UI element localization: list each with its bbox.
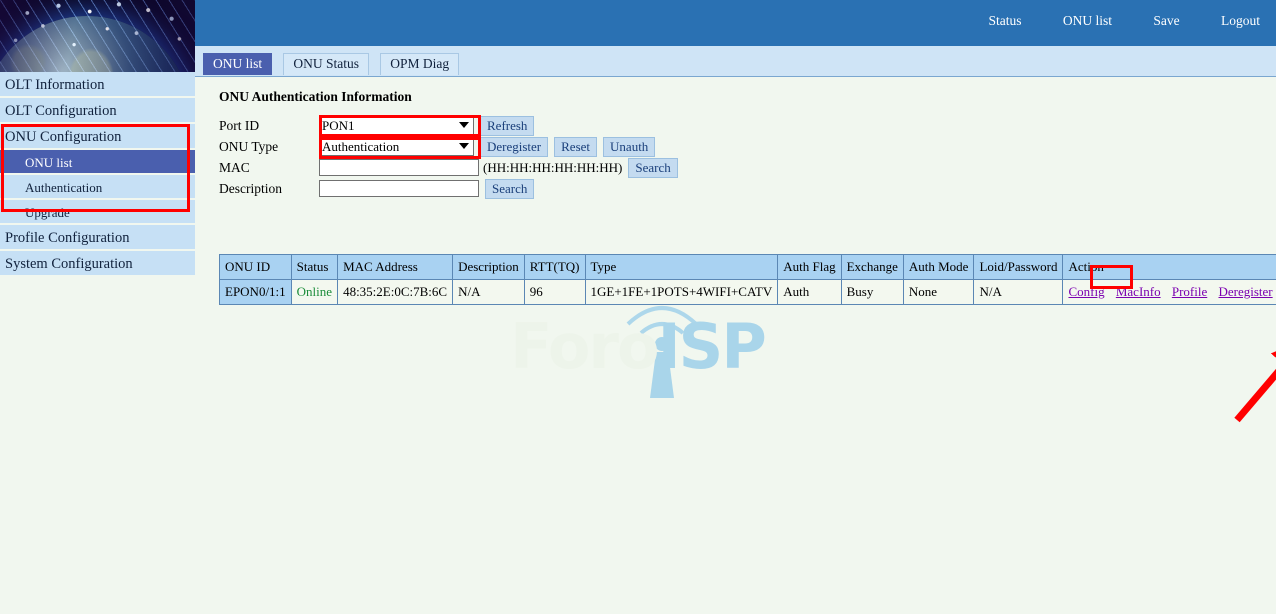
action-profile-link[interactable]: Profile <box>1172 284 1207 299</box>
action-deregister-link[interactable]: Deregister <box>1219 284 1273 299</box>
cell-status: Online <box>291 280 337 305</box>
th-exchange: Exchange <box>841 255 903 280</box>
sidebar-item-label: Profile Configuration <box>5 230 129 246</box>
sidebar-item-label: System Configuration <box>5 256 133 272</box>
port-id-select[interactable]: PON1PON2PON3PON4 <box>319 117 474 135</box>
cell-mac-address: 48:35:2E:0C:7B:6C <box>338 280 453 305</box>
form-row-onu-type: ONU Type AuthenticationUnauthentication … <box>219 136 678 157</box>
th-status: Status <box>291 255 337 280</box>
table-header-row: ONU ID Status MAC Address Description RT… <box>220 255 1276 280</box>
refresh-button[interactable]: Refresh <box>480 116 534 136</box>
tab-onu-list[interactable]: ONU list <box>203 53 272 75</box>
topnav-save-link[interactable]: Save <box>1153 13 1179 28</box>
th-auth-mode: Auth Mode <box>903 255 974 280</box>
page-title: ONU Authentication Information <box>219 89 412 105</box>
cell-auth-mode: None <box>903 280 974 305</box>
tab-opm-diag[interactable]: OPM Diag <box>380 53 459 75</box>
cell-description: N/A <box>453 280 525 305</box>
cell-auth-flag: Auth <box>778 280 841 305</box>
onu-type-select[interactable]: AuthenticationUnauthentication <box>319 138 474 156</box>
th-mac-address: MAC Address <box>338 255 453 280</box>
sidebar-item-onu-configuration[interactable]: ONU Configuration <box>0 124 195 150</box>
sidebar-item-system-configuration[interactable]: System Configuration <box>0 251 195 277</box>
th-auth-flag: Auth Flag <box>778 255 841 280</box>
description-input[interactable] <box>319 180 479 197</box>
topnav-onu-list-link[interactable]: ONU list <box>1063 13 1112 28</box>
cell-exchange: Busy <box>841 280 903 305</box>
content-panel: ForoISP ONU Authentication Information P… <box>195 77 1276 614</box>
form-row-mac: MAC (HH:HH:HH:HH:HH:HH) Search <box>219 157 678 178</box>
annotation-arrow <box>1225 330 1276 430</box>
top-bar: Status ONU list Save Logout <box>195 0 1276 46</box>
sidebar-group-onu-configuration: ONU Configuration ONU list Authenticatio… <box>0 124 195 225</box>
onu-table: ONU ID Status MAC Address Description RT… <box>219 254 1276 305</box>
status-badge: Online <box>297 284 332 299</box>
tab-onu-status[interactable]: ONU Status <box>283 53 369 75</box>
sidebar-item-label: OLT Configuration <box>5 103 117 119</box>
form-row-description: Description Search <box>219 178 678 199</box>
port-id-select-wrapper: PON1PON2PON3PON4 <box>319 117 474 135</box>
sidebar-item-profile-configuration[interactable]: Profile Configuration <box>0 225 195 251</box>
action-config-link[interactable]: Config <box>1068 284 1104 299</box>
th-type: Type <box>585 255 778 280</box>
sidebar-item-onu-list[interactable]: ONU list <box>0 150 195 175</box>
watermark-text: ForoISP <box>510 316 765 378</box>
form-row-port-id: Port ID PON1PON2PON3PON4 Refresh <box>219 115 678 136</box>
th-loid-password: Loid/Password <box>974 255 1063 280</box>
th-onu-id: ONU ID <box>220 255 292 280</box>
onu-type-select-wrapper: AuthenticationUnauthentication <box>319 138 474 156</box>
banner-edge-glow <box>0 0 195 72</box>
mac-label: MAC <box>219 160 319 176</box>
foroisp-watermark: ForoISP <box>510 294 810 404</box>
tab-bar: ONU list ONU Status OPM Diag <box>195 46 1276 77</box>
watermark-foro: Foro <box>510 310 658 383</box>
sidebar-item-label: ONU Configuration <box>5 129 121 145</box>
description-label: Description <box>219 181 319 197</box>
main-area: Status ONU list Save Logout ONU list ONU… <box>195 0 1276 613</box>
th-action: Action <box>1063 255 1276 280</box>
unauth-button[interactable]: Unauth <box>603 137 655 157</box>
sidebar-item-olt-information[interactable]: OLT Information <box>0 72 195 98</box>
description-search-button[interactable]: Search <box>485 179 534 199</box>
mac-input[interactable] <box>319 159 479 176</box>
sidebar-item-label: ONU list <box>25 155 72 170</box>
cell-rtt: 96 <box>524 280 585 305</box>
sidebar-item-authentication[interactable]: Authentication <box>0 175 195 200</box>
cell-type: 1GE+1FE+1POTS+4WIFI+CATV <box>585 280 778 305</box>
mac-search-button[interactable]: Search <box>628 158 677 178</box>
table-row: EPON0/1:1 Online 48:35:2E:0C:7B:6C N/A 9… <box>220 280 1276 305</box>
sidebar-item-label: Authentication <box>25 180 102 195</box>
cell-onu-id: EPON0/1:1 <box>220 280 292 305</box>
watermark-isp: ISP <box>658 310 765 383</box>
th-description: Description <box>453 255 525 280</box>
reset-button[interactable]: Reset <box>554 137 597 157</box>
search-form: Port ID PON1PON2PON3PON4 Refresh ONU Typ… <box>219 115 678 199</box>
onu-type-label: ONU Type <box>219 139 319 155</box>
th-rtt: RTT(TQ) <box>524 255 585 280</box>
sidebar-item-upgrade[interactable]: Upgrade <box>0 200 195 225</box>
port-id-label: Port ID <box>219 118 319 134</box>
cell-loid-password: N/A <box>974 280 1063 305</box>
top-navigation: Status ONU list Save Logout <box>950 13 1260 29</box>
topnav-logout-link[interactable]: Logout <box>1221 13 1260 28</box>
action-macinfo-link[interactable]: MacInfo <box>1116 284 1161 299</box>
cell-action: Config MacInfo Profile Deregister Reset … <box>1063 280 1276 305</box>
left-column: OLT Information OLT Configuration ONU Co… <box>0 0 195 613</box>
sidebar-menu: OLT Information OLT Configuration ONU Co… <box>0 72 195 277</box>
sidebar-item-olt-configuration[interactable]: OLT Configuration <box>0 98 195 124</box>
deregister-button[interactable]: Deregister <box>480 137 548 157</box>
sidebar-item-label: OLT Information <box>5 77 104 93</box>
mac-format-hint: (HH:HH:HH:HH:HH:HH) <box>483 160 622 176</box>
sidebar-item-label: Upgrade <box>25 205 70 220</box>
watermark-antenna-icon <box>510 294 810 404</box>
topnav-status-link[interactable]: Status <box>988 13 1021 28</box>
header-banner-image <box>0 0 195 72</box>
